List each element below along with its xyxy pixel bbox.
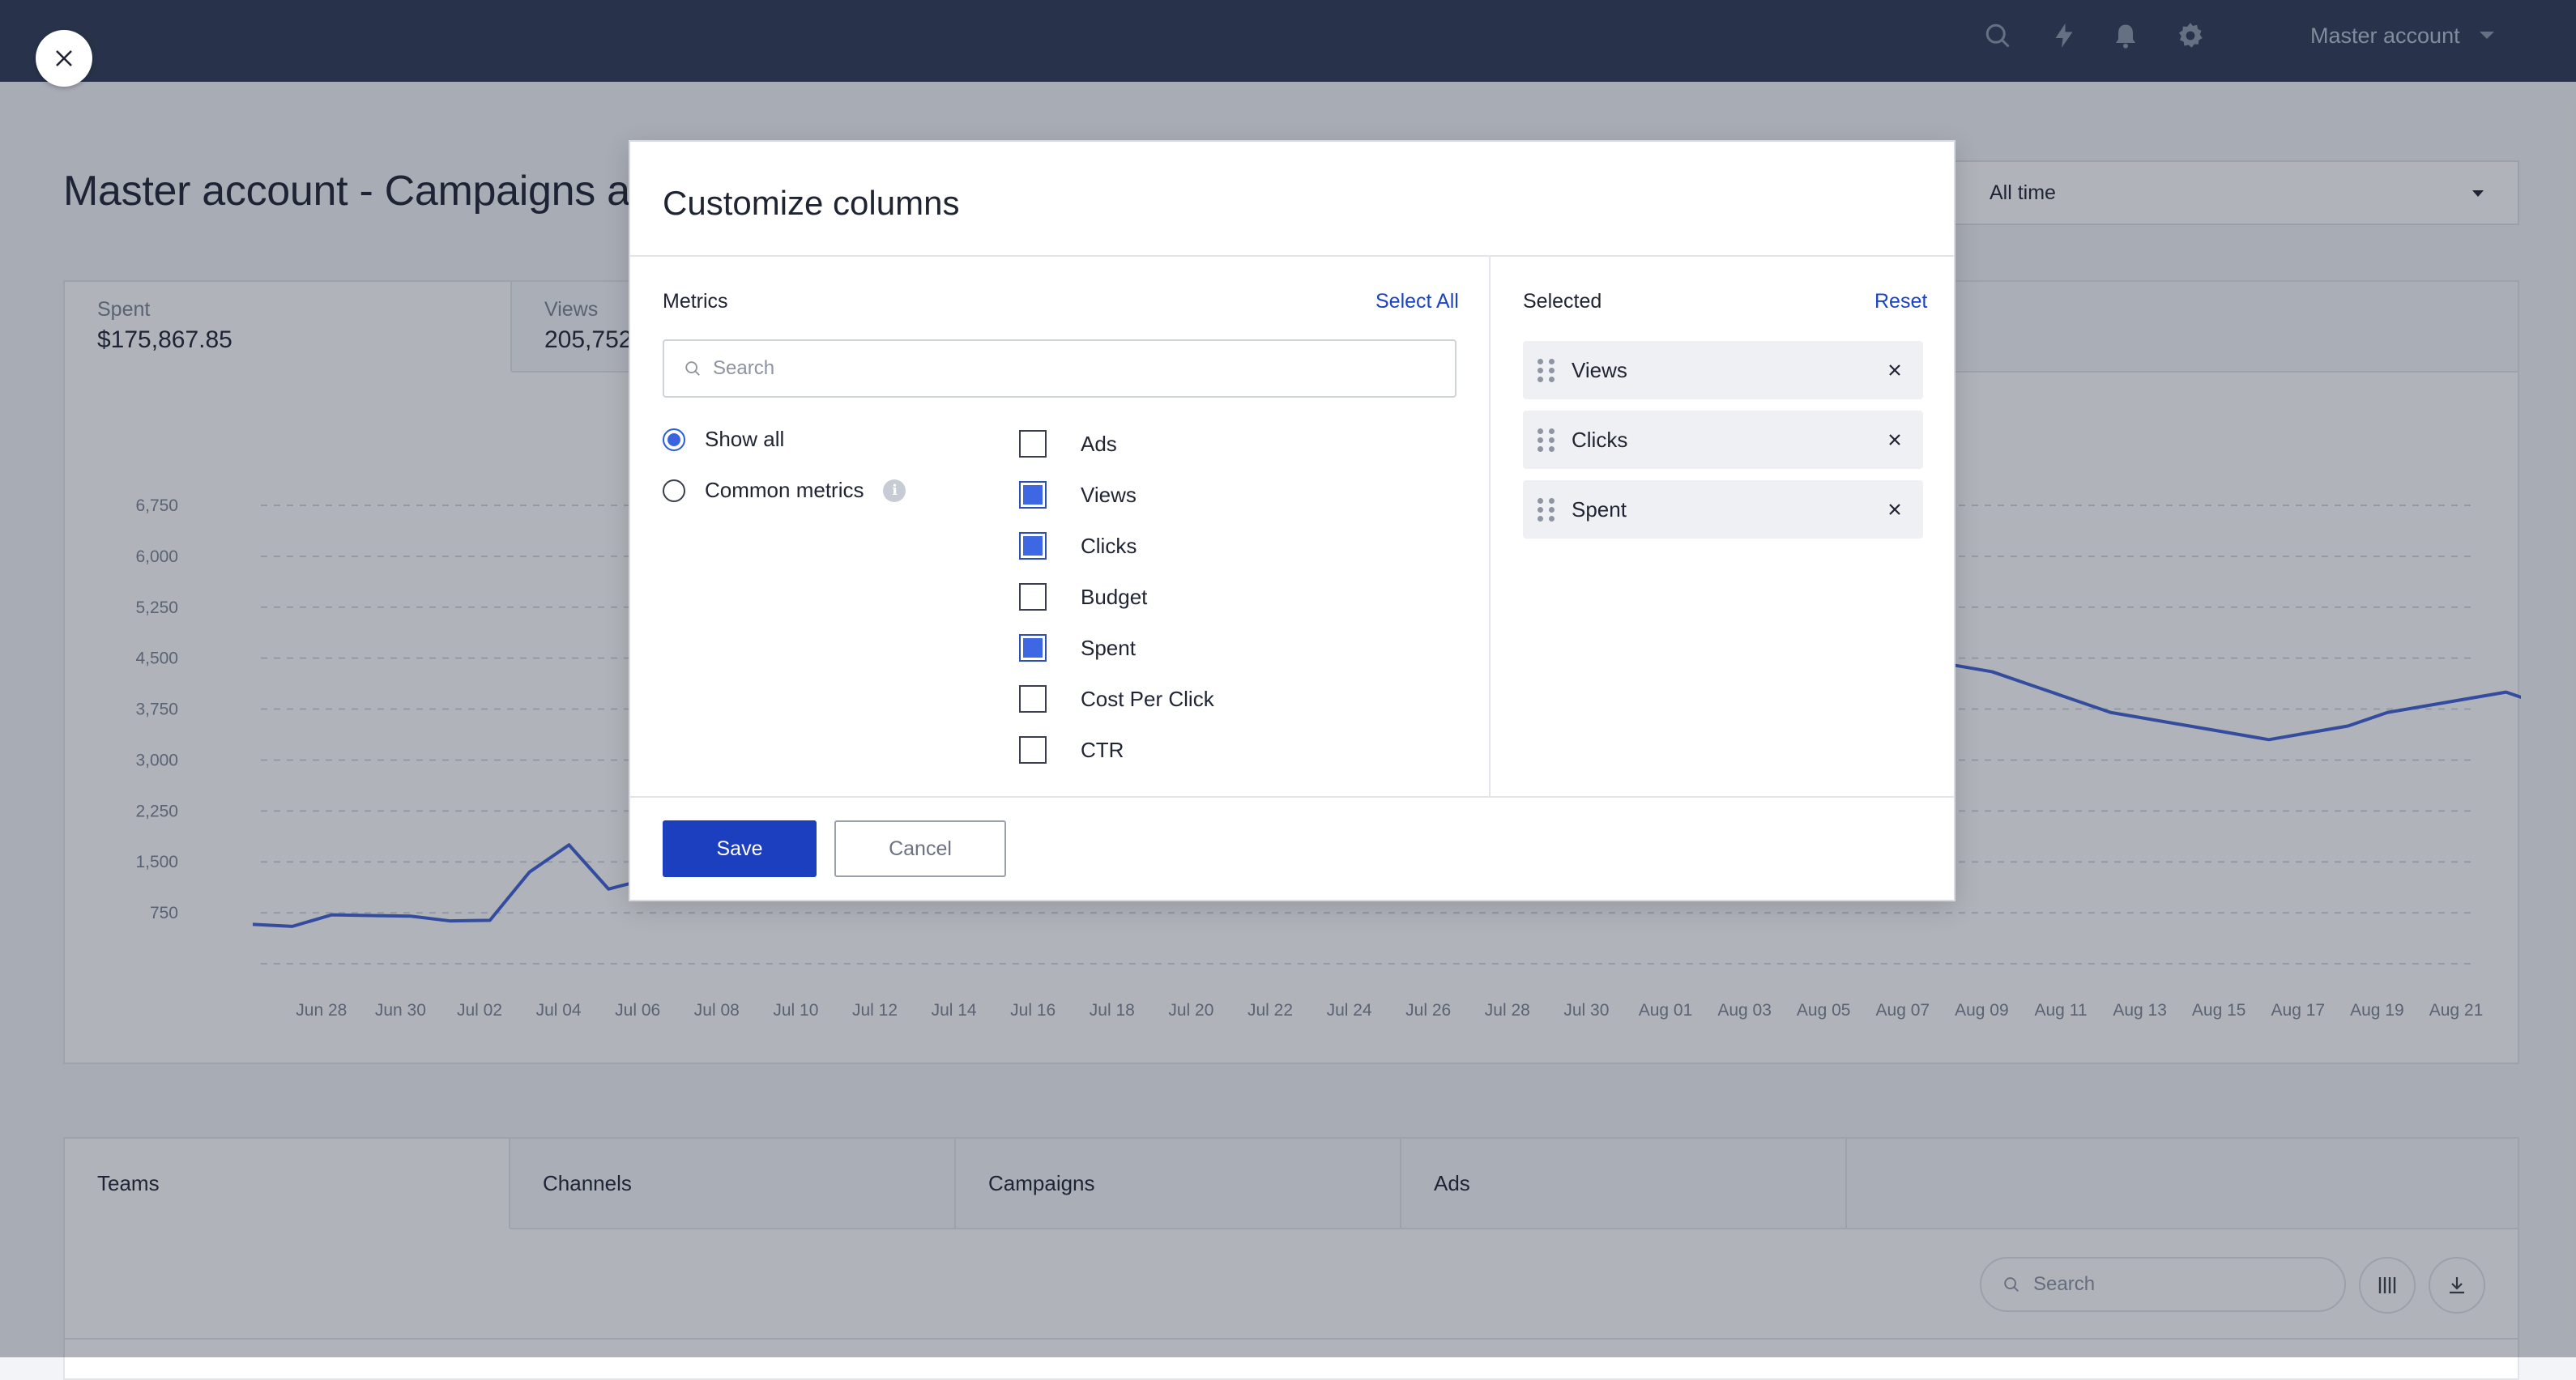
drag-handle-icon[interactable] xyxy=(1537,428,1555,452)
close-button[interactable] xyxy=(36,30,92,87)
checkbox[interactable] xyxy=(1019,634,1047,662)
checkbox[interactable] xyxy=(1019,736,1047,764)
remove-icon[interactable] xyxy=(1886,361,1904,379)
radio-button[interactable] xyxy=(663,428,685,451)
checkbox[interactable] xyxy=(1019,532,1047,560)
metric-clicks[interactable]: Clicks xyxy=(1019,532,1137,560)
metric-label: Ads xyxy=(1081,431,1117,456)
metric-label: CTR xyxy=(1081,737,1124,762)
drag-handle-icon[interactable] xyxy=(1537,358,1555,382)
metric-label: Spent xyxy=(1081,635,1136,660)
filter-common-metrics[interactable]: Common metrics i xyxy=(663,478,906,503)
checkbox[interactable] xyxy=(1019,685,1047,713)
filter-label: Common metrics xyxy=(705,478,864,502)
metric-label: Views xyxy=(1081,482,1137,507)
selected-item-label: Clicks xyxy=(1572,427,1628,452)
drag-handle-icon[interactable] xyxy=(1537,497,1555,522)
customize-columns-modal: Customize columns Metrics Select All Sea… xyxy=(629,140,1955,901)
modal-footer-divider xyxy=(630,796,1954,798)
select-all-link[interactable]: Select All xyxy=(1375,290,1459,313)
checkbox[interactable] xyxy=(1019,583,1047,611)
save-button[interactable]: Save xyxy=(663,820,817,877)
close-icon xyxy=(56,50,72,66)
metrics-label: Metrics xyxy=(663,290,728,313)
checkbox[interactable] xyxy=(1019,430,1047,458)
metric-spent[interactable]: Spent xyxy=(1019,634,1136,662)
metric-label: Budget xyxy=(1081,584,1148,609)
filter-label: Show all xyxy=(705,427,785,451)
filter-show-all[interactable]: Show all xyxy=(663,427,784,452)
metric-ctr[interactable]: CTR xyxy=(1019,736,1124,764)
metrics-search-placeholder: Search xyxy=(713,357,775,379)
metric-budget[interactable]: Budget xyxy=(1019,583,1147,611)
modal-divider xyxy=(630,255,1954,257)
metric-views[interactable]: Views xyxy=(1019,481,1137,509)
info-icon[interactable]: i xyxy=(883,479,906,502)
selected-item-label: Spent xyxy=(1572,496,1627,522)
radio-button[interactable] xyxy=(663,479,685,502)
remove-icon[interactable] xyxy=(1886,500,1904,518)
search-icon xyxy=(685,361,700,376)
metric-ads[interactable]: Ads xyxy=(1019,430,1117,458)
modal-title: Customize columns xyxy=(663,184,960,222)
metrics-search-input[interactable]: Search xyxy=(663,339,1456,398)
metric-label: Clicks xyxy=(1081,533,1137,558)
checkbox[interactable] xyxy=(1019,481,1047,509)
remove-icon[interactable] xyxy=(1886,431,1904,449)
selected-item-spent[interactable]: Spent xyxy=(1523,480,1923,539)
modal-column-divider xyxy=(1489,255,1491,796)
selected-label: Selected xyxy=(1523,290,1602,313)
cancel-button[interactable]: Cancel xyxy=(834,820,1006,877)
selected-item-label: Views xyxy=(1572,357,1627,382)
selected-item-clicks[interactable]: Clicks xyxy=(1523,411,1923,469)
reset-link[interactable]: Reset xyxy=(1874,290,1927,313)
selected-item-views[interactable]: Views xyxy=(1523,341,1923,399)
metric-cost-per-click[interactable]: Cost Per Click xyxy=(1019,685,1214,713)
metric-label: Cost Per Click xyxy=(1081,686,1214,711)
